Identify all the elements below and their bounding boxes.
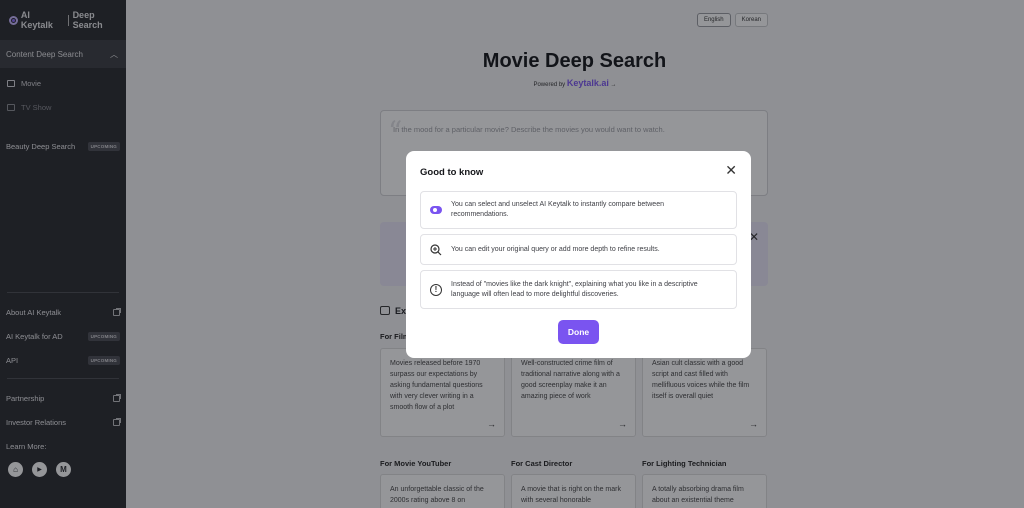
- info-icon: !: [430, 283, 442, 296]
- tip-text: Instead of "movies like the dark knight"…: [451, 280, 698, 298]
- good-to-know-dialog: Good to know ✕ You can select and unsele…: [406, 151, 751, 358]
- close-icon[interactable]: ✕: [725, 163, 737, 177]
- dialog-title: Good to know: [420, 167, 484, 178]
- tip-text: You can select and unselect AI Keytalk t…: [451, 201, 664, 218]
- toggle-icon: [430, 206, 442, 214]
- tip-item: You can edit your original query or add …: [420, 234, 737, 265]
- tip-item: ! Instead of "movies like the dark knigh…: [420, 270, 737, 309]
- done-button[interactable]: Done: [558, 320, 599, 344]
- tip-item: You can select and unselect AI Keytalk t…: [420, 191, 737, 229]
- tip-text: You can edit your original query or add …: [451, 245, 660, 253]
- zoom-plus-icon: [430, 243, 442, 256]
